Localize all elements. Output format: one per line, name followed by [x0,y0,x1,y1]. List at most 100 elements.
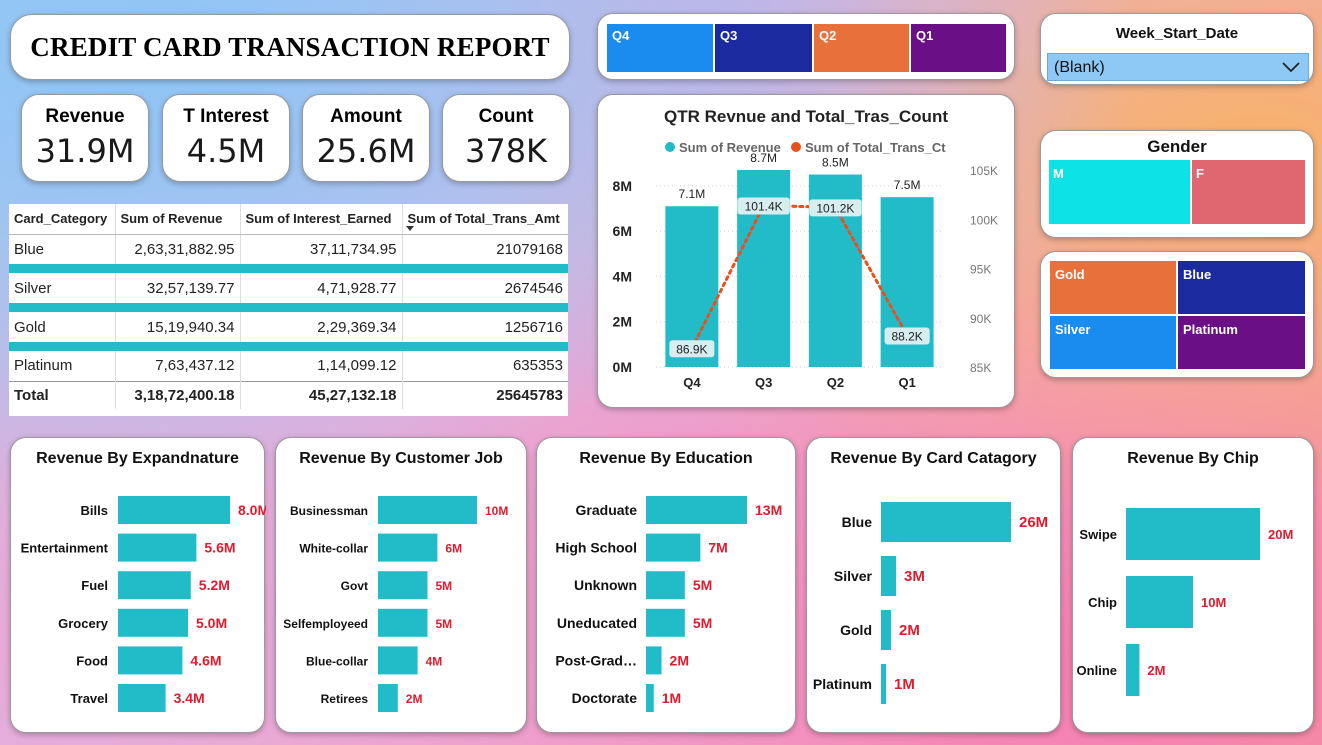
table-cell: 2674546 [504,279,563,297]
bar [1126,576,1193,628]
table-row[interactable]: Platinum 7,63,437.12 1,14,099.12 635353 [9,351,568,381]
data-label: 2M [406,692,423,706]
card-tile-blue[interactable]: Blue [1178,261,1305,314]
bar [646,533,701,562]
data-label: 1M [662,690,681,706]
bar [118,684,166,712]
data-label: 1M [894,676,915,693]
table-cell: Total [9,380,116,409]
data-label: 7M [708,540,727,556]
card-tile-gold[interactable]: Gold [1050,261,1176,314]
data-label: 2M [670,652,689,668]
table-cell: Silver [9,273,116,303]
quarter-tile-q2[interactable]: Q2 [814,24,909,72]
bar [646,571,685,600]
quarter-tile-q3[interactable]: Q3 [715,24,812,72]
table-header[interactable]: Sum of Revenue [115,204,241,235]
data-label: 5M [436,617,453,631]
category-label: Uneducated [557,615,637,631]
table-cell: 37,11,734.95 [240,234,403,264]
category-label: Unknown [574,577,637,593]
category-label: Selfemployeed [283,617,368,631]
kpi-amount-value: 25.6M [316,132,416,170]
table-band [9,303,568,312]
y-tick-label: 6M [613,223,632,239]
bar [1126,508,1260,560]
table-cell: Gold [9,312,116,342]
table-header[interactable]: Sum of Interest_Earned [240,204,403,235]
card-tile-platinum[interactable]: Platinum [1178,316,1305,369]
data-label: 20M [1268,527,1293,542]
y-tick-label: 2M [613,314,632,330]
data-label: 5M [693,577,712,593]
bar [881,610,891,650]
table-band [9,264,568,273]
bar [378,571,428,600]
bar [646,646,662,675]
table-cell: 45,27,132.18 [240,380,403,409]
category-label: Blue [842,514,873,530]
category-label: Entertainment [21,541,109,556]
bar [118,533,197,562]
revenue-by-chip-card: Revenue By Chip Swipe 20M Chip 10M Online 2M [1072,437,1314,733]
table-header-label: Sum of Total_Trans_Amt [407,211,560,227]
table-cell: 1256716 [504,318,563,336]
bar [378,684,398,712]
week-dropdown[interactable]: (Blank) [1047,53,1309,81]
category-label: Swipe [1079,527,1117,542]
bar [378,533,438,562]
kpi-interest-value: 4.5M [186,132,266,170]
table-band [9,342,568,351]
week-dropdown-value: (Blank) [1054,59,1105,76]
y2-tick-label: 85K [970,361,991,375]
table-cell: 25645783 [402,380,568,409]
bar [118,608,188,637]
bar [881,502,1011,542]
data-label: 3M [904,568,925,585]
gender-tile-m[interactable]: M [1049,160,1190,224]
quarter-tile-q4[interactable]: Q4 [607,24,713,72]
table-row[interactable]: Gold 15,19,940.34 2,29,369.34 1256716 [9,312,568,342]
revenue-by-customer-job-card: Revenue By Customer Job Businessman 10M Wh… [275,437,527,733]
category-label: White-collar [299,542,368,556]
category-label: Post-Grad… [555,652,637,668]
card-tile-silver[interactable]: Silver [1050,316,1176,369]
data-label: 5.0M [196,615,227,631]
category-label: Grocery [58,616,109,631]
bar [118,571,191,600]
bar [646,496,747,524]
y2-tick-label: 90K [970,312,991,326]
kpi-amount-card: Amount 25.6M [302,94,430,182]
data-label: 4.6M [190,652,221,668]
qtr-revenue-chart-card: QTR Revnue and Total_Tras_Count Sum of R… [597,94,1015,408]
table-header-sorted[interactable]: Sum of Total_Trans_Amt [402,204,568,235]
bar [646,608,685,637]
kpi-count-label: Count [478,106,534,127]
category-label: High School [555,540,637,556]
y2-tick-label: 100K [970,213,998,227]
kpi-interest-label: T Interest [183,106,269,127]
table-cell: 15,19,940.34 [115,312,241,342]
table-cell: Platinum [9,351,116,381]
category-label: Chip [1088,595,1117,610]
data-label: 7.5M [894,178,921,192]
table-header[interactable]: Card_Category [9,204,116,235]
data-label: 10M [1201,595,1226,610]
gender-tile-f[interactable]: F [1192,160,1305,224]
bar [881,556,896,596]
report-title: CREDIT CARD TRANSACTION REPORT [30,31,550,62]
table-row[interactable]: Silver 32,57,139.77 4,71,928.77 2674546 [9,273,568,303]
category-label: Food [76,653,108,668]
quarter-slicer: Q4 Q3 Q2 Q1 [597,13,1015,80]
category-label: Travel [70,691,108,706]
legend-label: Sum of Total_Trans_Ct [805,140,946,155]
category-label: Online [1077,663,1117,678]
data-label: 4M [426,654,443,668]
x-tick-label: Q4 [683,375,701,390]
category-label: Gold [840,622,872,638]
table-row[interactable]: Blue 2,63,31,882.95 37,11,734.95 2107916… [9,234,568,264]
table-total-row: Total 3,18,72,400.18 45,27,132.18 256457… [9,380,568,409]
quarter-tile-q1[interactable]: Q1 [911,24,1006,72]
kpi-amount-label: Amount [330,106,402,127]
kpi-revenue-value: 31.9M [35,132,135,170]
